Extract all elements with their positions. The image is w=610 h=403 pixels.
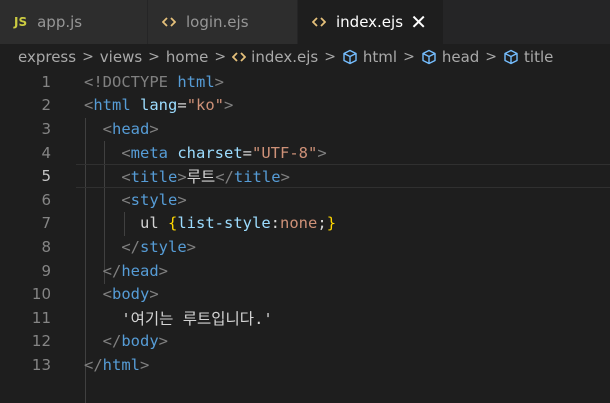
cube-icon: [503, 49, 519, 65]
code-editor[interactable]: 1 <!DOCTYPE html> 2 <html lang="ko"> 3 <…: [0, 70, 610, 403]
code-text: </html>: [84, 355, 150, 374]
tab-login-ejs[interactable]: login.ejs: [148, 0, 298, 44]
code-file-icon: [232, 51, 247, 63]
code-text: <head>: [102, 119, 159, 138]
close-icon[interactable]: ✕: [410, 12, 427, 32]
breadcrumb-title[interactable]: title: [503, 48, 553, 66]
code-text: <title>루트</title>: [121, 168, 290, 187]
code-text: </style>: [121, 237, 197, 256]
code-line: 2 <html lang="ko">: [0, 94, 610, 118]
line-number: 8: [41, 237, 51, 256]
line-number: 9: [41, 261, 51, 280]
chevron-right-icon: >: [403, 49, 415, 65]
line-number: 13: [31, 355, 51, 374]
code-line: 9 </head>: [0, 259, 610, 283]
line-number: 5: [41, 167, 51, 186]
breadcrumb-index-ejs[interactable]: index.ejs: [232, 48, 318, 66]
breadcrumb-label: title: [524, 48, 554, 66]
tab-app-js[interactable]: JS app.js: [0, 0, 148, 44]
chevron-right-icon: >: [214, 49, 227, 65]
tab-label: app.js: [37, 13, 83, 31]
breadcrumb-html[interactable]: html: [342, 48, 397, 66]
code-line-current: 5 <title>루트</title>: [0, 164, 610, 188]
code-line: 1 <!DOCTYPE html>: [0, 70, 610, 94]
tab-bar: JS app.js login.ejs index.ejs ✕: [0, 0, 610, 44]
line-number: 7: [41, 214, 51, 233]
code-line: 7 ul {list-style:none;}: [0, 212, 610, 236]
code-text: <body>: [102, 285, 159, 304]
chevron-right-icon: >: [324, 49, 336, 65]
breadcrumb-label: index.ejs: [251, 48, 319, 66]
line-number: 4: [41, 143, 51, 162]
line-number: 1: [41, 72, 51, 91]
line-number: 3: [41, 119, 51, 138]
code-line: 11 '여기는 루트입니다.': [0, 306, 610, 330]
code-text: '여기는 루트입니다.': [121, 309, 273, 328]
tab-label: login.ejs: [186, 13, 249, 31]
line-number: 11: [31, 308, 51, 327]
chevron-right-icon: >: [485, 49, 498, 65]
line-number: 6: [41, 190, 51, 209]
breadcrumb-head[interactable]: head: [421, 48, 479, 66]
code-text: <style>: [121, 190, 187, 209]
cube-icon: [342, 49, 358, 65]
code-line: 8 </style>: [0, 235, 610, 259]
code-line: 6 <style>: [0, 188, 610, 212]
code-file-icon: [162, 16, 176, 28]
code-file-icon: [312, 16, 326, 28]
line-number: 10: [31, 285, 51, 304]
code-text: </body>: [102, 332, 169, 351]
breadcrumb-label: head: [441, 48, 480, 66]
code-line: 12 </body>: [0, 330, 610, 354]
code-line: 3 <head>: [0, 117, 610, 141]
cube-icon: [421, 49, 437, 65]
tab-label: index.ejs: [336, 13, 404, 31]
breadcrumb-home[interactable]: home: [166, 48, 209, 66]
code-text: </head>: [102, 261, 169, 280]
code-text: <!DOCTYPE html>: [84, 72, 225, 91]
line-number: 2: [41, 96, 51, 115]
tab-index-ejs[interactable]: index.ejs ✕: [298, 0, 444, 44]
breadcrumb-views[interactable]: views: [100, 48, 142, 66]
code-line: 4 <meta charset="UTF-8">: [0, 141, 610, 165]
chevron-right-icon: >: [148, 49, 160, 65]
chevron-right-icon: >: [82, 49, 94, 65]
code-text: <meta charset="UTF-8">: [121, 143, 327, 162]
breadcrumb-label: html: [362, 48, 398, 66]
line-number: 12: [31, 332, 51, 351]
code-line: 10 <body>: [0, 282, 610, 306]
code-text: ul {list-style:none;}: [140, 214, 337, 233]
breadcrumb-express[interactable]: express: [18, 48, 76, 66]
breadcrumb: express > views > home > index.ejs > htm…: [0, 44, 610, 70]
javascript-file-icon: JS: [14, 15, 28, 29]
code-text: <html lang="ko">: [84, 96, 234, 115]
code-line: 13 </html>: [0, 353, 610, 377]
